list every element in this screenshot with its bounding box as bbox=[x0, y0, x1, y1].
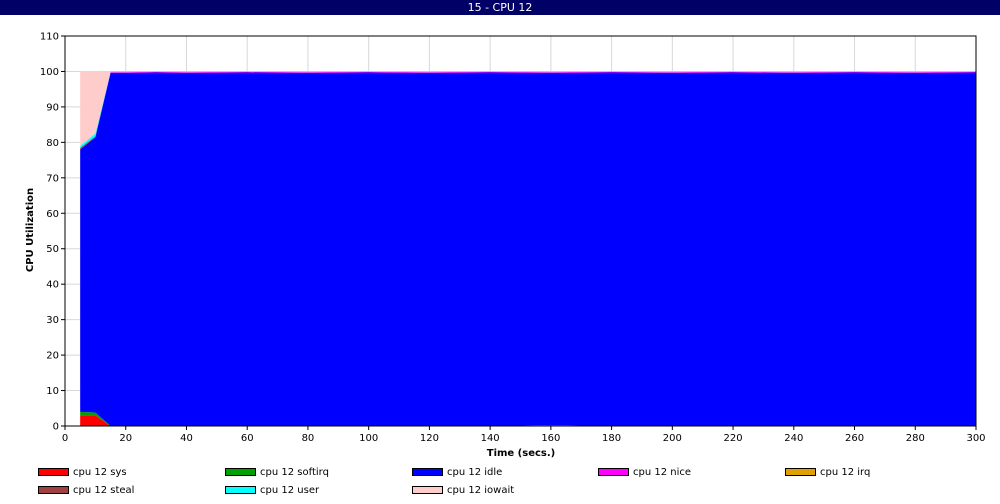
legend-swatch bbox=[38, 468, 69, 476]
y-tick-label: 70 bbox=[46, 173, 59, 184]
x-tick-label: 160 bbox=[541, 433, 560, 444]
x-tick-label: 40 bbox=[180, 433, 193, 444]
legend-label: cpu 12 irq bbox=[820, 466, 871, 478]
legend-item-cpu-12-iowait: cpu 12 iowait bbox=[412, 483, 514, 497]
y-axis-title: CPU Utilization bbox=[25, 188, 36, 272]
y-axis-ticks: 0 10 20 30 40 50 60 70 80 90 100 110 bbox=[40, 32, 65, 433]
legend-label: cpu 12 steal bbox=[73, 484, 135, 496]
x-tick-label: 220 bbox=[724, 433, 743, 444]
x-tick-label: 0 bbox=[62, 433, 68, 444]
legend-swatch bbox=[598, 468, 629, 476]
x-tick-label: 60 bbox=[241, 433, 254, 444]
legend-item-cpu-12-steal: cpu 12 steal bbox=[38, 483, 134, 497]
y-tick-label: 80 bbox=[46, 138, 59, 149]
legend-swatch bbox=[225, 468, 256, 476]
legend-item-cpu-12-sys: cpu 12 sys bbox=[38, 465, 127, 479]
y-tick-label: 90 bbox=[46, 102, 59, 113]
legend-label: cpu 12 softirq bbox=[260, 466, 329, 478]
x-tick-label: 240 bbox=[784, 433, 803, 444]
y-tick-label: 10 bbox=[46, 386, 59, 397]
legend: cpu 12 sys cpu 12 softirq cpu 12 idle cpu 1… bbox=[0, 462, 1000, 504]
legend-label: cpu 12 sys bbox=[73, 466, 127, 478]
legend-item-cpu-12-softirq: cpu 12 softirq bbox=[225, 465, 329, 479]
legend-swatch bbox=[225, 486, 256, 494]
cpu-utilization-chart: 0 20 40 60 80 100 120 140 160 180 200 220 240 260 280 3… bbox=[25, 32, 986, 460]
x-tick-label: 260 bbox=[845, 433, 864, 444]
legend-item-cpu-12-nice: cpu 12 nice bbox=[598, 465, 691, 479]
chart-window: 15 - CPU 12 0 20 40 60 80 100 120 140 160 180 200 2… bbox=[0, 0, 1000, 504]
x-tick-label: 140 bbox=[481, 433, 500, 444]
y-tick-label: 20 bbox=[46, 351, 59, 362]
legend-label: cpu 12 nice bbox=[633, 466, 692, 478]
legend-item-cpu-12-idle: cpu 12 idle bbox=[412, 465, 502, 479]
legend-label: cpu 12 idle bbox=[447, 466, 503, 478]
x-tick-label: 20 bbox=[119, 433, 132, 444]
y-tick-label: 110 bbox=[40, 32, 59, 43]
y-tick-label: 50 bbox=[46, 244, 59, 255]
x-tick-label: 80 bbox=[302, 433, 315, 444]
x-axis-title: Time (secs.) bbox=[487, 448, 556, 459]
legend-item-cpu-12-irq: cpu 12 irq bbox=[785, 465, 870, 479]
x-tick-label: 120 bbox=[420, 433, 439, 444]
x-tick-label: 100 bbox=[359, 433, 378, 444]
x-tick-label: 280 bbox=[906, 433, 925, 444]
x-tick-label: 300 bbox=[966, 433, 985, 444]
legend-swatch bbox=[412, 468, 443, 476]
y-tick-label: 100 bbox=[40, 67, 59, 78]
y-tick-label: 60 bbox=[46, 209, 59, 220]
y-tick-label: 40 bbox=[46, 280, 59, 291]
legend-swatch bbox=[38, 486, 69, 494]
legend-swatch bbox=[412, 486, 443, 494]
legend-label: cpu 12 user bbox=[260, 484, 320, 496]
area-cpu-12-idle bbox=[80, 72, 977, 427]
stacked-areas bbox=[80, 71, 977, 427]
legend-swatch bbox=[785, 468, 816, 476]
x-tick-label: 200 bbox=[663, 433, 682, 444]
window-title: 15 - CPU 12 bbox=[0, 0, 1000, 15]
y-tick-label: 30 bbox=[46, 315, 59, 326]
legend-item-cpu-12-user: cpu 12 user bbox=[225, 483, 319, 497]
y-tick-label: 0 bbox=[53, 422, 59, 433]
x-axis-ticks: 0 20 40 60 80 100 120 140 160 180 200 220 240 260 280 3… bbox=[62, 426, 986, 444]
legend-label: cpu 12 iowait bbox=[447, 484, 515, 496]
x-tick-label: 180 bbox=[602, 433, 621, 444]
